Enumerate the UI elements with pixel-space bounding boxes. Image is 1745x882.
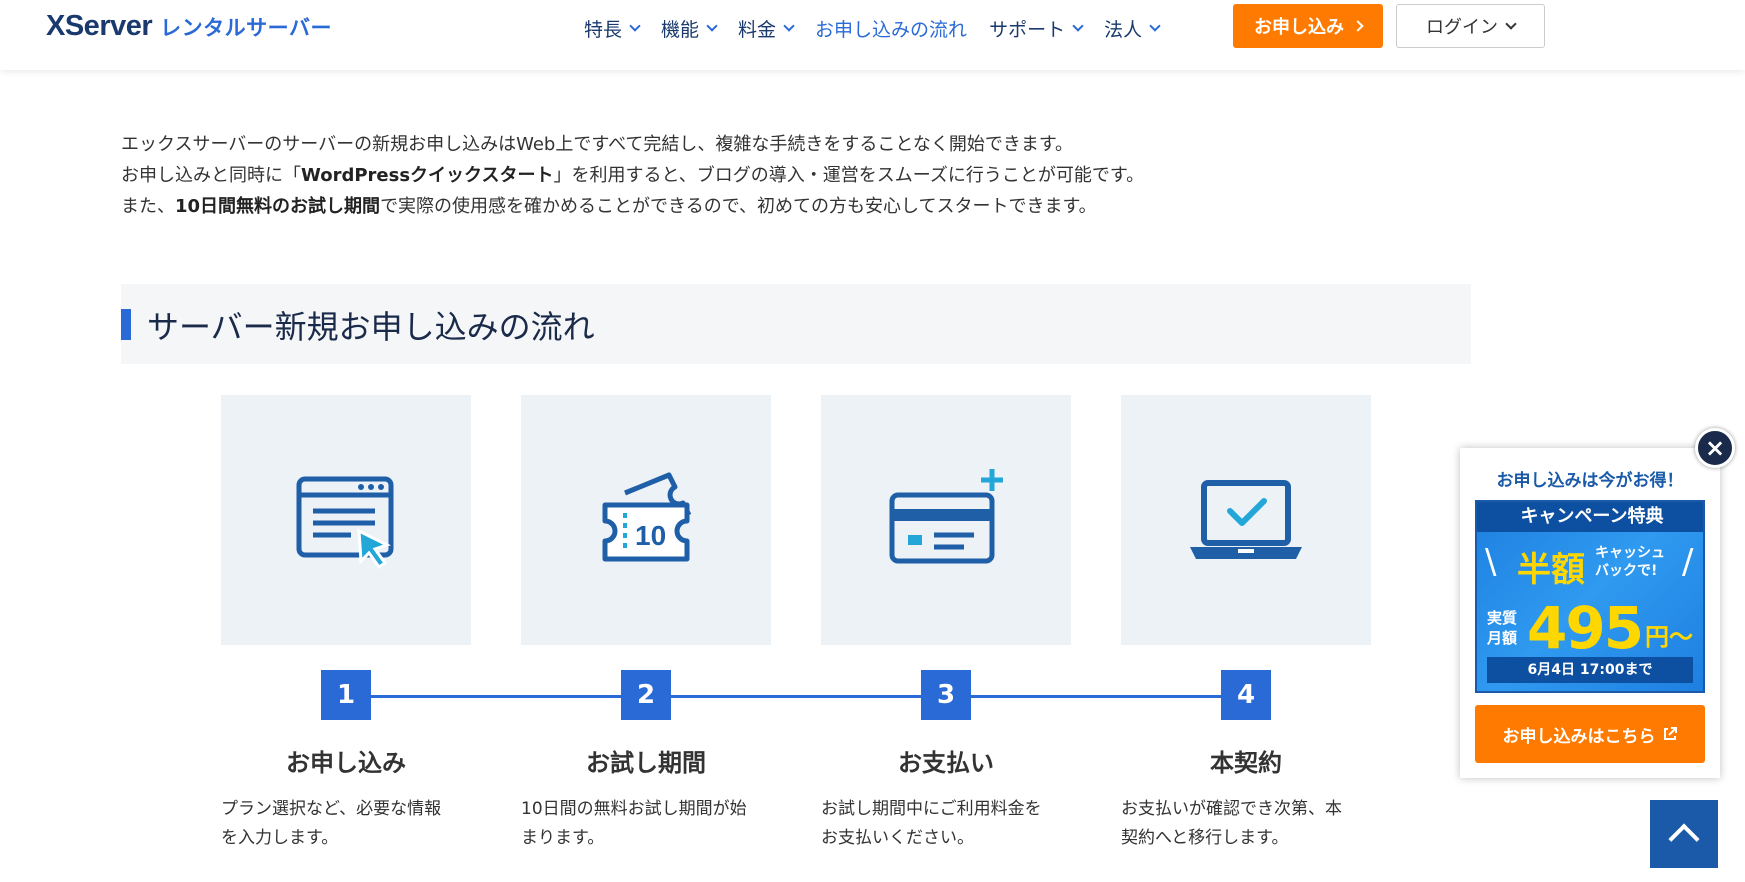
banner-monthly-text: 実質 月額 (1487, 608, 1517, 648)
step-4-card (1121, 395, 1371, 645)
ticket-10-icon: 10 (602, 472, 692, 562)
banner-monthly-line-2: 月額 (1487, 629, 1518, 647)
step-4-title: 本契約 (1210, 749, 1282, 777)
step-connector-line (344, 695, 1244, 698)
laptop-check-icon (1190, 480, 1302, 559)
chevron-down-icon (1072, 19, 1084, 32)
campaign-popup: お申し込みは今がお得！ キャンペーン特典 \ 半額 キャッシュ バックで! / … (1460, 448, 1720, 778)
nav-item-label: サポート (989, 18, 1066, 41)
step-4-desc-line-2: 契約へと移行します。 (1121, 828, 1289, 848)
banner-half-text: 半額 (1517, 550, 1585, 590)
ticket-number: 10 (635, 520, 666, 551)
apply-button-label: お申し込み (1254, 17, 1344, 38)
step-2-badge: 2 (621, 670, 671, 720)
nav-item-label: 特長 (584, 18, 623, 41)
popup-close-button[interactable]: × (1695, 428, 1735, 468)
step-3-description: お試し期間中にご利用料金を お支払いください。 (821, 795, 1071, 853)
intro-line-3-post: で実際の使用感を確かめることができるので、初めての方も安心してスタートできます。 (380, 196, 1097, 217)
intro-line-2: お申し込みと同時に「WordPressクイックスタート」を利用すると、ブログの導… (121, 160, 1471, 191)
site-header: XServer レンタルサーバー 特長 機能 料金 お申し込みの流れ サポート … (0, 0, 1745, 70)
nav-item-label: お申し込みの流れ (815, 18, 968, 41)
step-4-badge: 4 (1221, 670, 1271, 720)
step-3-card (821, 395, 1071, 645)
chevron-down-icon (629, 19, 641, 32)
close-icon: × (1704, 434, 1726, 462)
intro-line-1: エックスサーバーのサーバーの新規お申し込みはWeb上ですべて完結し、複雑な手続き… (121, 129, 1471, 160)
step-1-desc-line-1: プラン選択など、必要な情報 (221, 799, 442, 819)
nav-item-label: 料金 (738, 18, 777, 41)
nav-item-pricing[interactable]: 料金 (738, 15, 795, 42)
chevron-down-icon (1149, 19, 1161, 32)
step-1-badge: 1 (321, 670, 371, 720)
intro-line-2-bold: WordPressクイックスタート (301, 165, 554, 186)
banner-slash-left: \ (1485, 542, 1497, 582)
section-title: サーバー新規お申し込みの流れ (147, 308, 595, 346)
scroll-to-top-button[interactable] (1650, 800, 1718, 868)
banner-title: キャンペーン特典 (1477, 502, 1703, 532)
intro-text: エックスサーバーのサーバーの新規お申し込みはWeb上ですべて完結し、複雑な手続き… (121, 129, 1471, 222)
intro-line-3: また、10日間無料のお試し期間で実際の使用感を確かめることができるので、初めての… (121, 191, 1471, 222)
nav-item-corporate[interactable]: 法人 (1104, 15, 1161, 42)
external-link-icon (1663, 727, 1677, 740)
main-nav: 特長 機能 料金 お申し込みの流れ サポート 法人 (584, 13, 1181, 43)
step-4-desc-line-1: お支払いが確認でき次第、本 (1121, 799, 1342, 819)
popup-apply-label: お申し込みはこちら (1502, 726, 1656, 747)
chevron-up-icon (1668, 823, 1700, 855)
step-2-card: 10 (521, 395, 771, 645)
step-2-description: 10日間の無料お試し期間が始 まります。 (521, 795, 771, 853)
step-2-desc-line-1: 10日間の無料お試し期間が始 (521, 799, 747, 819)
intro-line-2-pre: お申し込みと同時に「 (121, 165, 301, 186)
intro-line-3-bold: 10日間無料のお試し期間 (175, 196, 381, 217)
heading-accent-bar (121, 309, 131, 340)
step-3-badge: 3 (921, 670, 971, 720)
site-logo[interactable]: XServer レンタルサーバー (46, 10, 332, 42)
step-2-desc-line-2: まります。 (521, 828, 605, 848)
login-button[interactable]: ログイン (1396, 4, 1545, 48)
popup-apply-button[interactable]: お申し込みはこちら (1475, 705, 1705, 763)
campaign-banner[interactable]: キャンペーン特典 \ 半額 キャッシュ バックで! / 実質 月額 495 円〜… (1475, 500, 1705, 693)
nav-item-label: 機能 (661, 18, 700, 41)
step-3-desc-line-1: お試し期間中にご利用料金を (821, 799, 1042, 819)
section-heading: サーバー新規お申し込みの流れ (121, 284, 1471, 364)
banner-cashback-line-1: キャッシュ (1595, 545, 1665, 561)
banner-monthly-line-1: 実質 (1487, 609, 1518, 627)
banner-yen: 円〜 (1645, 623, 1693, 651)
step-1-description: プラン選択など、必要な情報 を入力します。 (221, 795, 471, 853)
nav-item-functions[interactable]: 機能 (661, 15, 718, 42)
popup-heading: お申し込みは今がお得！ (1496, 471, 1684, 491)
logo-main-text: XServer (46, 10, 153, 42)
nav-item-label: 法人 (1104, 18, 1143, 41)
step-4-description: お支払いが確認でき次第、本 契約へと移行します。 (1121, 795, 1371, 853)
apply-button[interactable]: お申し込み (1233, 4, 1383, 48)
banner-cashback-line-2: バックで! (1595, 563, 1658, 579)
chevron-down-icon (706, 19, 718, 32)
banner-deadline: 6月4日 17:00まで (1487, 657, 1693, 683)
step-1-desc-line-2: を入力します。 (221, 828, 339, 848)
chevron-down-icon (783, 19, 795, 32)
step-3-title: お支払い (898, 749, 994, 777)
intro-line-3-pre: また、 (121, 196, 175, 217)
step-3-desc-line-2: お支払いください。 (821, 828, 974, 848)
intro-line-1-text: エックスサーバーのサーバーの新規お申し込みはWeb上ですべて完結し、複雑な手続き… (121, 134, 1074, 155)
banner-price: 495 (1527, 594, 1644, 662)
intro-line-2-post: 」を利用すると、ブログの導入・運営をスムーズに行うことが可能です。 (553, 165, 1145, 186)
logo-sub-text: レンタルサーバー (160, 16, 332, 40)
step-2-title: お試し期間 (586, 749, 706, 777)
banner-cashback-text: キャッシュ バックで! (1595, 544, 1665, 580)
web-form-cursor-icon (296, 476, 394, 570)
step-1-title: お申し込み (286, 749, 406, 777)
nav-item-support[interactable]: サポート (989, 15, 1084, 42)
step-1-card (221, 395, 471, 645)
banner-slash-right: / (1682, 542, 1694, 582)
chevron-down-icon (1505, 17, 1517, 30)
chevron-right-icon (1352, 20, 1364, 32)
nav-item-application-flow[interactable]: お申し込みの流れ (815, 15, 967, 42)
nav-item-features[interactable]: 特長 (584, 15, 641, 42)
credit-card-plus-icon (889, 469, 1003, 564)
login-button-label: ログイン (1426, 17, 1498, 38)
